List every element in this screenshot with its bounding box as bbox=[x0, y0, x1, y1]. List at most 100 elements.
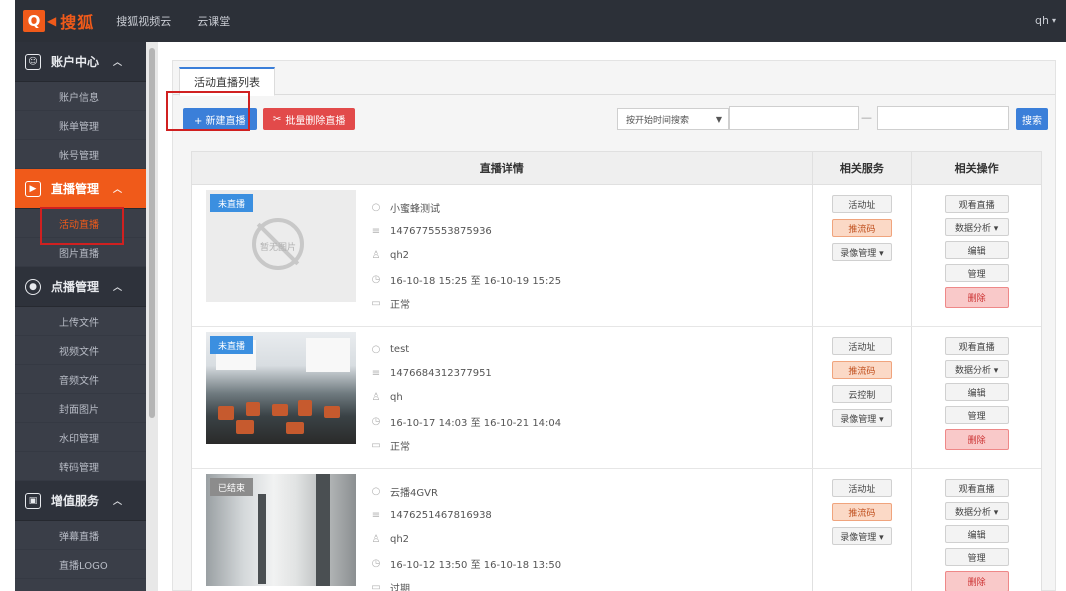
chevron-down-icon: ▾ bbox=[1051, 16, 1056, 25]
user-icon: ☺ bbox=[25, 53, 41, 70]
sidebar-item-covers[interactable]: 封面图片 bbox=[15, 394, 146, 423]
push-code-button[interactable]: 推流码 bbox=[831, 503, 892, 521]
watch-live-button[interactable]: 观看直播 bbox=[944, 479, 1009, 497]
sidebar-item-accounts[interactable]: 帐号管理 bbox=[15, 140, 146, 169]
sidebar-group-label: 账户中心 bbox=[51, 55, 100, 69]
sidebar-group-account[interactable]: ☺ 账户中心 ︿ bbox=[15, 42, 146, 82]
thumbnail[interactable]: 未直播 bbox=[206, 332, 356, 444]
user-icon: ♙ bbox=[371, 391, 381, 403]
thumbnail[interactable]: 暂无图片 未直播 bbox=[206, 190, 356, 302]
header-services: 相关服务 bbox=[813, 152, 913, 184]
sidebar-group-value-added[interactable]: ▣ 增值服务 ︿ bbox=[15, 481, 146, 521]
video-icon: ▶ bbox=[25, 180, 41, 197]
edit-button[interactable]: 编辑 bbox=[944, 525, 1009, 543]
chevron-up-icon: ︿ bbox=[113, 283, 123, 293]
data-analysis-button[interactable]: 数据分析 ▾ bbox=[944, 502, 1009, 520]
search-icon: ○ bbox=[371, 201, 381, 213]
caret-down-icon: ▼ bbox=[715, 114, 722, 124]
live-info: ○ test ≡ 1476684312377951 ♙ qh ◷ 16-10-17 14… bbox=[370, 337, 561, 457]
details-cell: 未直播 ○ test ≡ 1476684312377951 ♙ qh ◷ 16-10-1… bbox=[192, 327, 813, 468]
ops-cell: 观看直播 数据分析 ▾ 编辑 管理 删除 bbox=[912, 327, 1041, 468]
watch-live-button[interactable]: 观看直播 bbox=[944, 195, 1009, 213]
manage-button[interactable]: 管理 bbox=[944, 406, 1009, 424]
logo-q-icon: Q bbox=[23, 10, 45, 32]
search-button[interactable]: 搜索 bbox=[1016, 108, 1048, 130]
live-time: 16-10-17 14:03 至 16-10-21 14:04 bbox=[390, 417, 562, 429]
tab-bar: 活动直播列表 bbox=[173, 61, 1055, 96]
sidebar-scrollbar[interactable] bbox=[146, 42, 158, 591]
sidebar-item-video-files[interactable]: 视频文件 bbox=[15, 336, 146, 365]
scrollbar-thumb[interactable] bbox=[149, 48, 155, 418]
nav-video-cloud[interactable]: 搜狐视频云 bbox=[116, 13, 171, 29]
id-icon: ≡ bbox=[371, 509, 381, 521]
push-code-button[interactable]: 推流码 bbox=[831, 361, 892, 379]
top-nav: 搜狐视频云 云课堂 bbox=[116, 13, 256, 29]
ops-cell: 观看直播 数据分析 ▾ 编辑 管理 删除 bbox=[912, 469, 1041, 591]
details-cell: 已结束 ○ 云播4GVR ≡ 1476251467816938 ♙ qh2 ◷ 16-1… bbox=[192, 469, 813, 591]
sidebar-group-vod[interactable]: ● 点播管理 ︿ bbox=[15, 267, 146, 307]
live-id: 1476684312377951 bbox=[390, 367, 492, 379]
sidebar-group-label: 直播管理 bbox=[51, 182, 100, 196]
toolbar: + 新建直播 ✂ 批量删除直播 按开始时间搜索 ▼ — 搜索 bbox=[173, 95, 1055, 143]
manage-button[interactable]: 管理 bbox=[944, 264, 1009, 282]
filter-select[interactable]: 按开始时间搜索 ▼ bbox=[617, 108, 729, 130]
live-user: qh2 bbox=[390, 249, 410, 261]
sidebar-item-audio-files[interactable]: 音频文件 bbox=[15, 365, 146, 394]
services-cell: 活动址 推流码 录像管理 ▾ bbox=[813, 185, 913, 326]
activity-url-button[interactable]: 活动址 bbox=[831, 337, 892, 355]
thumbnail[interactable]: 已结束 bbox=[206, 474, 356, 586]
live-user: qh bbox=[390, 391, 403, 403]
batch-delete-button[interactable]: ✂ 批量删除直播 bbox=[263, 108, 356, 130]
data-analysis-button[interactable]: 数据分析 ▾ bbox=[944, 360, 1009, 378]
delete-button[interactable]: 删除 bbox=[944, 571, 1009, 591]
delete-button[interactable]: 删除 bbox=[944, 429, 1009, 450]
logo[interactable]: Q ◀ 搜狐 bbox=[23, 9, 94, 33]
data-analysis-button[interactable]: 数据分析 ▾ bbox=[944, 218, 1009, 236]
sidebar-item-watermark[interactable]: 水印管理 bbox=[15, 423, 146, 452]
sidebar-group-label: 增值服务 bbox=[51, 494, 100, 508]
watch-live-button[interactable]: 观看直播 bbox=[944, 337, 1009, 355]
end-date-input[interactable] bbox=[877, 106, 1009, 130]
sidebar-item-upload[interactable]: 上传文件 bbox=[15, 307, 146, 336]
services-cell: 活动址 推流码 云控制 录像管理 ▾ bbox=[813, 327, 913, 468]
sidebar-item-account-info[interactable]: 账户信息 bbox=[15, 82, 146, 111]
live-info: ○ 云播4GVR ≡ 1476251467816938 ♙ qh2 ◷ 16-10-12… bbox=[370, 479, 561, 591]
live-user: qh2 bbox=[390, 533, 410, 545]
camera-icon: ▭ bbox=[371, 581, 381, 591]
chevron-up-icon: ︿ bbox=[113, 185, 123, 195]
sidebar-item-logo[interactable]: 直播LOGO bbox=[15, 550, 146, 579]
cloud-control-button[interactable]: 云控制 bbox=[831, 385, 892, 403]
table-row: 未直播 ○ test ≡ 1476684312377951 ♙ qh ◷ 16-10-1… bbox=[192, 327, 1041, 469]
record-manage-button[interactable]: 录像管理 ▾ bbox=[831, 527, 892, 545]
record-manage-button[interactable]: 录像管理 ▾ bbox=[831, 243, 892, 261]
nav-classroom[interactable]: 云课堂 bbox=[197, 13, 230, 29]
edit-button[interactable]: 编辑 bbox=[944, 241, 1009, 259]
ops-cell: 观看直播 数据分析 ▾ 编辑 管理 删除 bbox=[912, 185, 1041, 326]
record-manage-button[interactable]: 录像管理 ▾ bbox=[831, 409, 892, 427]
user-menu[interactable]: qh ▾ bbox=[1035, 14, 1056, 27]
activity-url-button[interactable]: 活动址 bbox=[831, 195, 892, 213]
filter-select-value: 按开始时间搜索 bbox=[626, 115, 690, 126]
clock-icon: ◷ bbox=[371, 557, 381, 569]
table-header: 直播详情 相关服务 相关操作 bbox=[192, 152, 1041, 185]
sidebar-group-live[interactable]: ▶ 直播管理 ︿ bbox=[15, 169, 146, 209]
details-cell: 暂无图片 未直播 ○ 小蜜蜂测试 ≡ 1476775553875936 ♙ qh2 ◷… bbox=[192, 185, 813, 326]
table-row: 暂无图片 未直播 ○ 小蜜蜂测试 ≡ 1476775553875936 ♙ qh2 ◷… bbox=[192, 185, 1041, 327]
sidebar-group-label: 点播管理 bbox=[51, 280, 100, 294]
sidebar-item-billing[interactable]: 账单管理 bbox=[15, 111, 146, 140]
live-info: ○ 小蜜蜂测试 ≡ 1476775553875936 ♙ qh2 ◷ 16-10-18 … bbox=[370, 195, 561, 315]
edit-button[interactable]: 编辑 bbox=[944, 383, 1009, 401]
push-code-button[interactable]: 推流码 bbox=[831, 219, 892, 237]
delete-button[interactable]: 删除 bbox=[944, 287, 1009, 308]
logo-arrow-icon: ◀ bbox=[47, 14, 57, 28]
activity-url-button[interactable]: 活动址 bbox=[831, 479, 892, 497]
manage-button[interactable]: 管理 bbox=[944, 548, 1009, 566]
header-ops: 相关操作 bbox=[954, 162, 999, 175]
sidebar-item-transcode[interactable]: 转码管理 bbox=[15, 452, 146, 481]
no-image-text: 暂无图片 bbox=[260, 243, 297, 253]
sidebar-item-danmaku[interactable]: 弹幕直播 bbox=[15, 521, 146, 550]
id-icon: ≡ bbox=[371, 367, 381, 379]
batch-delete-label: 批量删除直播 bbox=[285, 115, 346, 127]
start-date-input[interactable] bbox=[729, 106, 859, 130]
live-id: 1476251467816938 bbox=[390, 509, 492, 521]
